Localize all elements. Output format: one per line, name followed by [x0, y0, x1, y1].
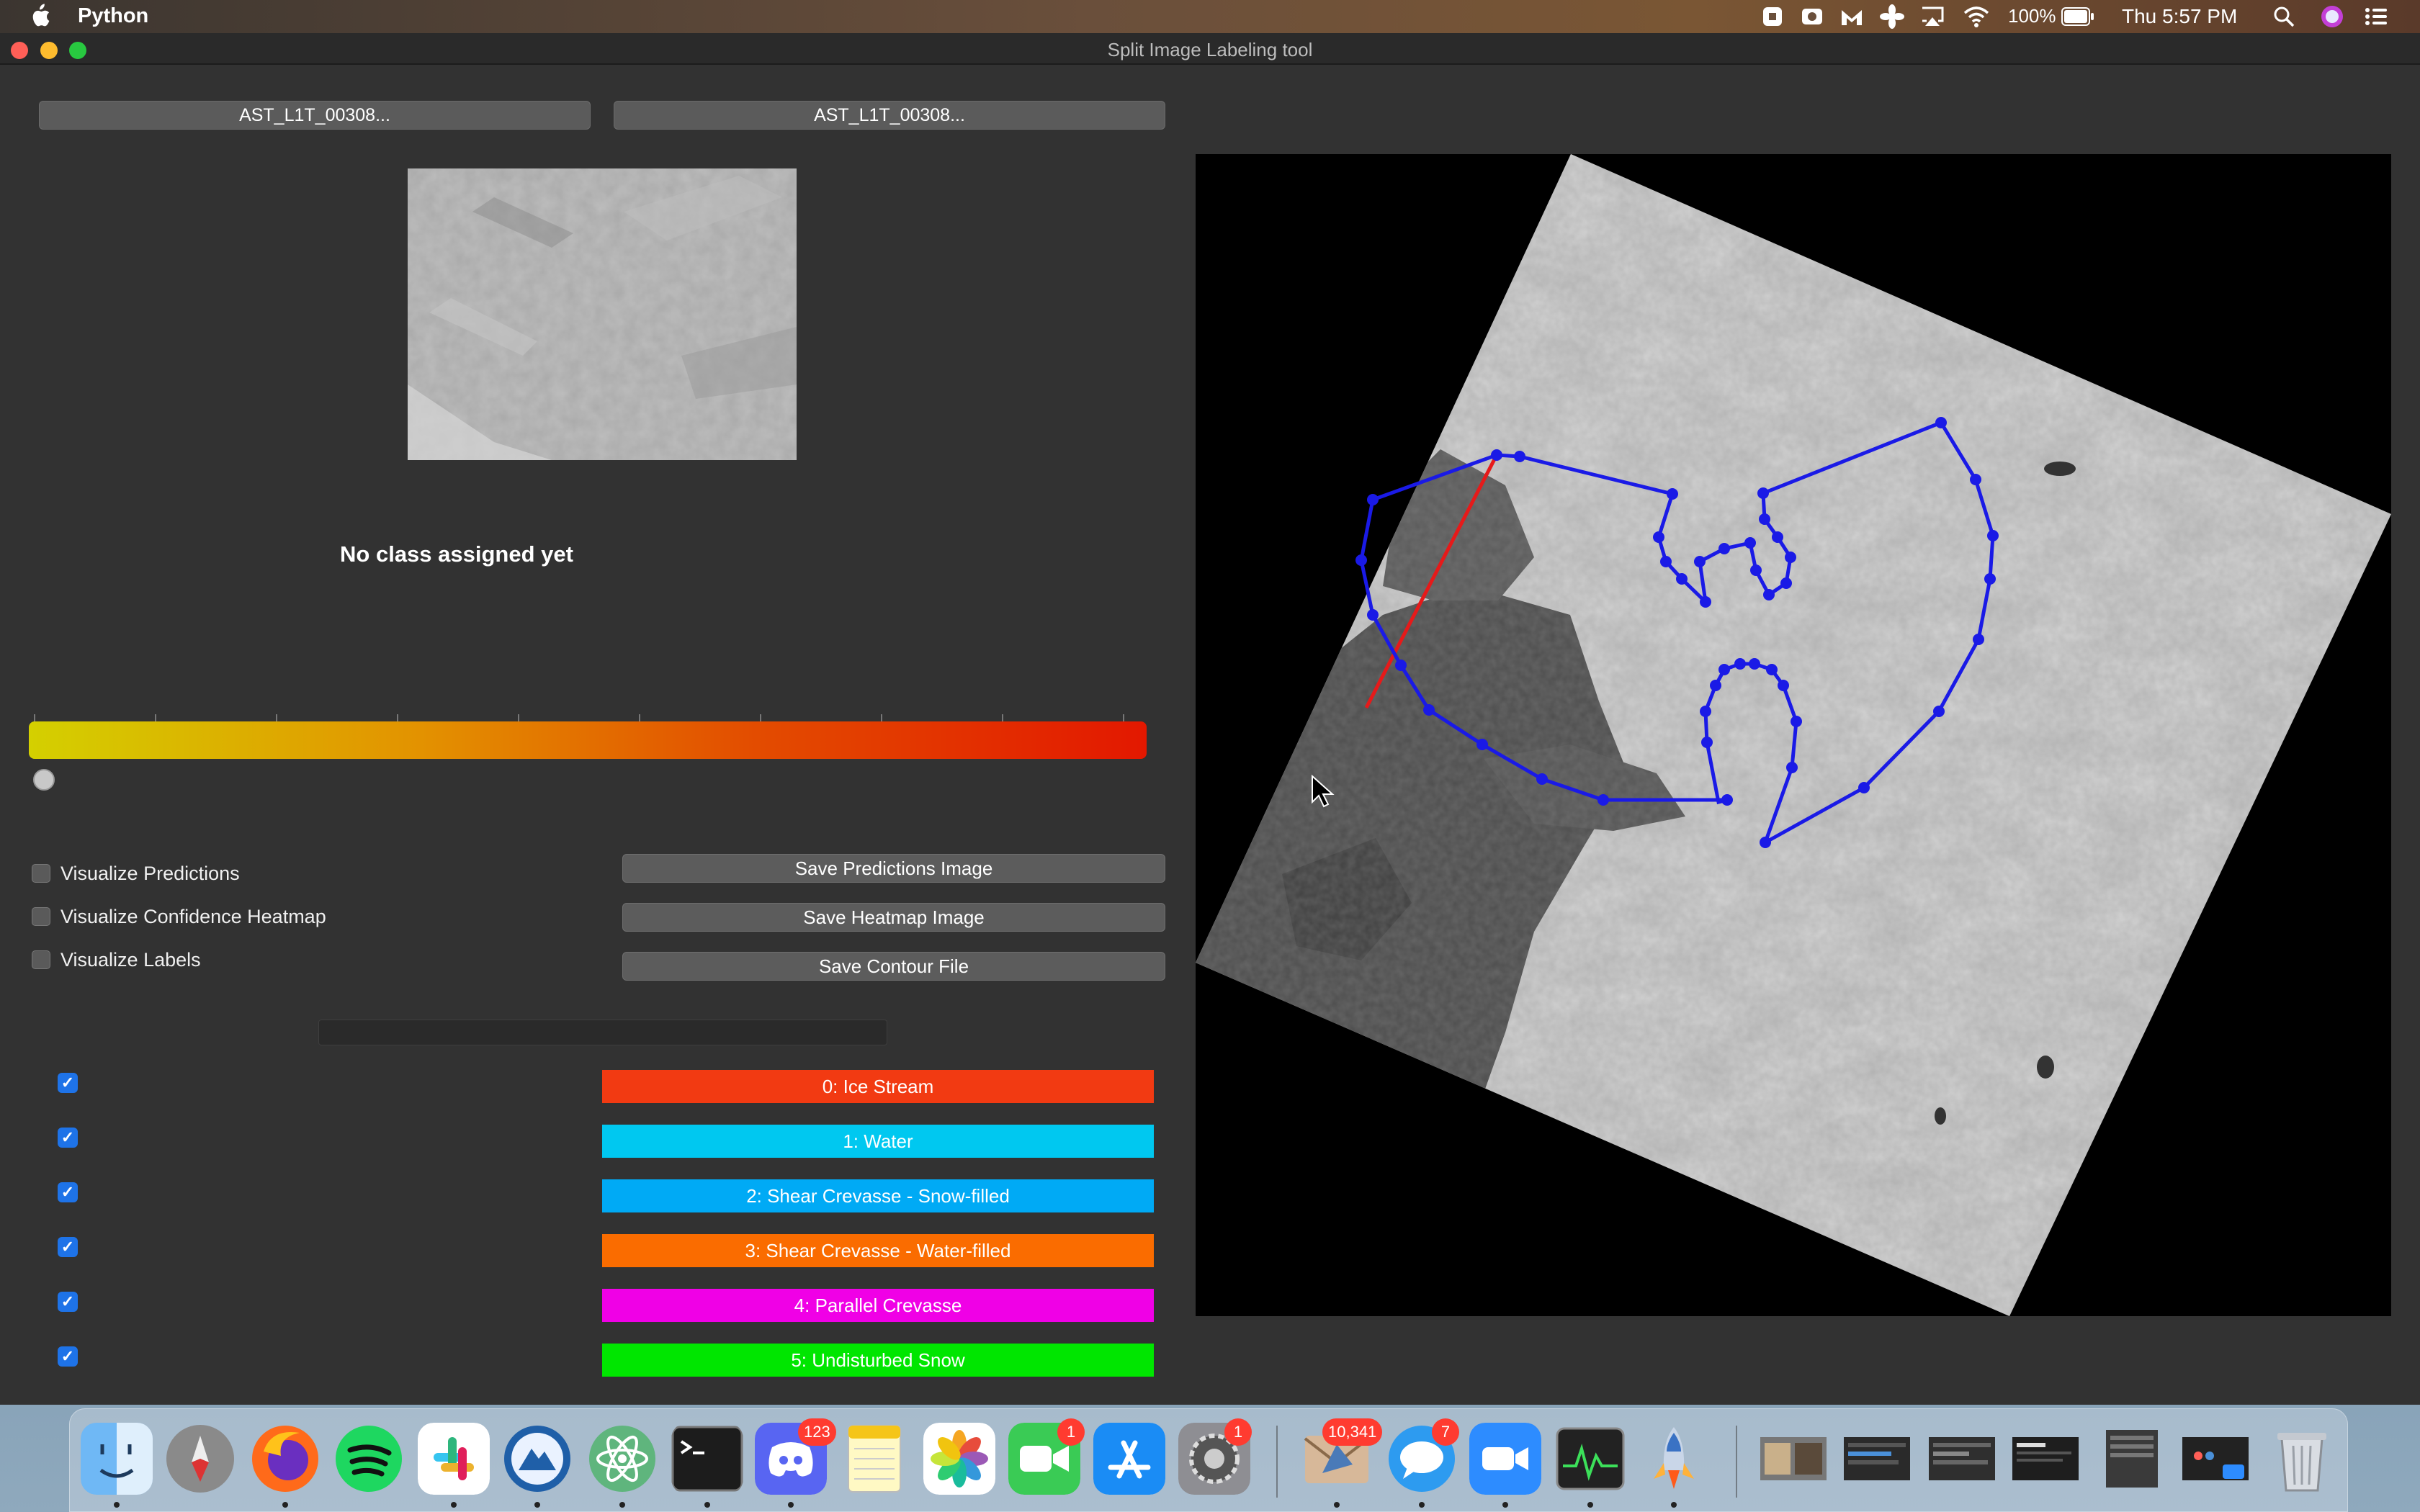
- progress-bar: [318, 1020, 887, 1045]
- menu-bar: Python 100% Thu 5:57 PM: [0, 0, 2420, 33]
- activity-monitor-icon[interactable]: [1554, 1423, 1626, 1495]
- terminal-icon[interactable]: [671, 1423, 743, 1495]
- rocket-icon[interactable]: [1638, 1423, 1710, 1495]
- running-indicator: [788, 1502, 794, 1508]
- running-indicator: [534, 1502, 540, 1508]
- vpn-icon[interactable]: [501, 1423, 573, 1495]
- slider-handle[interactable]: [33, 769, 55, 791]
- save-heatmap-button[interactable]: Save Heatmap Image: [622, 903, 1165, 932]
- facetime-badge: 1: [1057, 1418, 1085, 1446]
- class-2-button[interactable]: 2: Shear Crevasse - Snow-filled: [602, 1179, 1154, 1212]
- menu-clock[interactable]: Thu 5:57 PM: [2122, 5, 2237, 28]
- image-patch-preview: [408, 168, 797, 460]
- app-store-icon[interactable]: [1093, 1423, 1165, 1495]
- stop-recording-icon[interactable]: [1762, 6, 1783, 27]
- battery-percentage: 100%: [2008, 5, 2056, 27]
- right-file-button[interactable]: AST_L1T_00308...: [614, 101, 1165, 130]
- save-predictions-button[interactable]: Save Predictions Image: [622, 854, 1165, 883]
- running-indicator: [1419, 1502, 1425, 1508]
- slider-ticks: [34, 714, 1124, 721]
- window-titlebar[interactable]: Split Image Labeling tool: [0, 33, 2420, 65]
- running-indicator: [114, 1502, 120, 1508]
- visualize-predictions-checkbox[interactable]: Visualize Predictions: [32, 861, 240, 886]
- dock-separator: [1276, 1426, 1278, 1498]
- app-window: Split Image Labeling tool AST_L1T_00308.…: [0, 33, 2420, 1405]
- spotlight-search-icon[interactable]: [2273, 6, 2295, 27]
- wifi-icon[interactable]: [1963, 6, 1989, 27]
- visualize-labels-checkbox[interactable]: Visualize Labels: [32, 948, 201, 972]
- confidence-threshold-slider[interactable]: [29, 721, 1147, 759]
- class-5-button[interactable]: 5: Undisturbed Snow: [602, 1344, 1154, 1377]
- checkbox-box[interactable]: [32, 907, 50, 926]
- battery-icon[interactable]: [2061, 7, 2094, 26]
- class-status-label: No class assigned yet: [340, 541, 573, 567]
- apple-menu-icon[interactable]: [29, 4, 50, 28]
- class-0-button[interactable]: 0: Ice Stream: [602, 1070, 1154, 1103]
- malwarebytes-icon[interactable]: [1839, 6, 1864, 27]
- siri-icon[interactable]: [2321, 5, 2344, 28]
- desktop: Python 100% Thu 5:57 PM Split Image Labe…: [0, 0, 2420, 1512]
- checkbox-label: Visualize Labels: [60, 948, 201, 971]
- checkbox-box[interactable]: [32, 950, 50, 969]
- running-indicator: [1334, 1502, 1340, 1508]
- zoom-icon[interactable]: [1469, 1423, 1541, 1495]
- class-4-checkbox[interactable]: ✓: [58, 1292, 78, 1312]
- running-indicator: [282, 1502, 288, 1508]
- trash-icon[interactable]: [2266, 1423, 2338, 1495]
- discord-badge: 123: [798, 1418, 836, 1446]
- checkbox-box[interactable]: [32, 864, 50, 883]
- image-canvas[interactable]: [1196, 154, 2391, 1316]
- class-3-button[interactable]: 3: Shear Crevasse - Water-filled: [602, 1234, 1154, 1267]
- slack-icon[interactable]: [418, 1423, 490, 1495]
- class-0-checkbox[interactable]: ✓: [58, 1073, 78, 1093]
- launchpad-icon[interactable]: [164, 1423, 236, 1495]
- fan-icon[interactable]: [1880, 4, 1904, 29]
- class-1-checkbox[interactable]: ✓: [58, 1128, 78, 1148]
- class-4-button[interactable]: 4: Parallel Crevasse: [602, 1289, 1154, 1322]
- firefox-icon[interactable]: [249, 1423, 321, 1495]
- airplay-icon[interactable]: [1920, 6, 1945, 27]
- minimized-window-thumbnail[interactable]: [1841, 1423, 1913, 1495]
- dock-separator: [1736, 1426, 1737, 1498]
- class-3-checkbox[interactable]: ✓: [58, 1237, 78, 1257]
- running-indicator: [451, 1502, 457, 1508]
- running-indicator: [619, 1502, 625, 1508]
- class-1-button[interactable]: 1: Water: [602, 1125, 1154, 1158]
- finder-icon[interactable]: [81, 1423, 153, 1495]
- photos-icon[interactable]: [923, 1423, 995, 1495]
- active-app-name[interactable]: Python: [78, 4, 148, 28]
- system-preferences-badge: 1: [1224, 1418, 1252, 1446]
- visualize-heatmap-checkbox[interactable]: Visualize Confidence Heatmap: [32, 904, 326, 929]
- class-5-checkbox[interactable]: ✓: [58, 1346, 78, 1367]
- atom-icon[interactable]: [586, 1423, 658, 1495]
- minimized-window-thumbnail[interactable]: [2096, 1423, 2168, 1495]
- messages-badge: 7: [1432, 1418, 1459, 1446]
- spotify-icon[interactable]: [333, 1423, 405, 1495]
- running-indicator: [704, 1502, 710, 1508]
- running-indicator: [1502, 1502, 1508, 1508]
- running-indicator: [1671, 1502, 1677, 1508]
- minimized-window-thumbnail[interactable]: [1926, 1423, 1998, 1495]
- window-title: Split Image Labeling tool: [1107, 39, 1313, 60]
- screen-record-icon[interactable]: [1801, 6, 1824, 27]
- running-indicator: [1587, 1502, 1593, 1508]
- checkbox-label: Visualize Confidence Heatmap: [60, 905, 326, 927]
- minimized-window-thumbnail[interactable]: [1757, 1423, 1829, 1495]
- checkbox-label: Visualize Predictions: [60, 862, 240, 884]
- minimized-window-thumbnail[interactable]: [2179, 1423, 2251, 1495]
- save-contour-button[interactable]: Save Contour File: [622, 952, 1165, 981]
- left-file-button[interactable]: AST_L1T_00308...: [39, 101, 591, 130]
- class-2-checkbox[interactable]: ✓: [58, 1182, 78, 1202]
- minimized-window-thumbnail[interactable]: [2009, 1423, 2081, 1495]
- notes-icon[interactable]: [838, 1423, 910, 1495]
- mail-badge: 10,341: [1322, 1418, 1383, 1446]
- control-center-icon[interactable]: [2364, 6, 2388, 27]
